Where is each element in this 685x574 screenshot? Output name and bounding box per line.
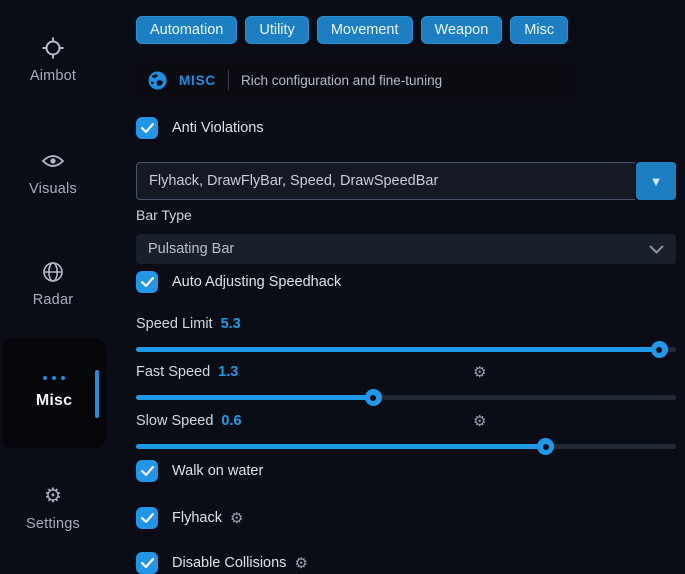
- sidebar-item-label: Visuals: [29, 181, 77, 197]
- slider-value: 5.3: [221, 316, 241, 332]
- dropdown-open-button[interactable]: ▼: [636, 162, 676, 200]
- sidebar-item-visuals[interactable]: Visuals: [0, 150, 106, 198]
- checkbox-label: Disable Collisions: [172, 555, 286, 571]
- divider: [228, 70, 229, 90]
- bar-type-value: Pulsating Bar: [148, 241, 234, 257]
- slider-label: Fast Speed: [136, 364, 210, 380]
- bar-flags-multiselect: Flyhack, DrawFlyBar, Speed, DrawSpeedBar…: [136, 162, 676, 200]
- fast-speed-slider[interactable]: [136, 389, 676, 405]
- sidebar-item-misc[interactable]: Misc: [2, 338, 106, 448]
- gear-icon: ⚙: [0, 485, 106, 507]
- disable-collisions-checkbox[interactable]: [136, 552, 158, 574]
- slider-fill: [136, 444, 546, 449]
- sidebar-item-label: Misc: [36, 392, 72, 410]
- tab-weapon[interactable]: Weapon: [421, 16, 503, 44]
- category-tabs: Automation Utility Movement Weapon Misc: [136, 16, 676, 44]
- bar-type-label: Bar Type: [136, 207, 676, 224]
- checkbox-label: Anti Violations: [172, 120, 264, 136]
- tab-misc[interactable]: Misc: [510, 16, 568, 44]
- section-subtitle: Rich configuration and fine-tuning: [241, 73, 442, 88]
- bar-flags-value[interactable]: Flyhack, DrawFlyBar, Speed, DrawSpeedBar: [136, 162, 635, 200]
- tab-automation[interactable]: Automation: [136, 16, 237, 44]
- section-header: MISC Rich configuration and fine-tuning: [136, 60, 575, 100]
- anti-violations-checkbox[interactable]: [136, 117, 158, 139]
- anti-violations-row: Anti Violations: [136, 117, 676, 139]
- gear-icon[interactable]: ⚙: [473, 412, 486, 430]
- gear-icon[interactable]: ⚙: [294, 556, 307, 571]
- flyhack-checkbox[interactable]: [136, 507, 158, 529]
- slow-speed-label-row: Slow Speed 0.6 ⚙: [136, 412, 676, 430]
- slider-fill: [136, 347, 660, 352]
- sidebar-item-radar[interactable]: Radar: [0, 261, 106, 309]
- globe-icon: [148, 71, 167, 90]
- disable-collisions-row: Disable Collisions ⚙: [136, 552, 676, 574]
- sidebar-item-label: Radar: [33, 292, 74, 308]
- sidebar-item-aimbot[interactable]: Aimbot: [0, 37, 106, 85]
- speed-limit-label-row: Speed Limit 5.3 ⚙: [136, 315, 676, 333]
- triangle-down-icon: ▼: [650, 174, 663, 189]
- globe-icon: [0, 261, 106, 283]
- gear-icon[interactable]: ⚙: [230, 511, 243, 526]
- walk-on-water-checkbox[interactable]: [136, 460, 158, 482]
- tab-utility[interactable]: Utility: [245, 16, 308, 44]
- chevron-down-icon: [649, 245, 664, 254]
- slider-thumb[interactable]: [651, 341, 668, 358]
- sidebar-item-settings[interactable]: ⚙ Settings: [0, 485, 106, 533]
- eye-icon: [0, 150, 106, 172]
- sidebar: Aimbot Visuals Radar Misc ⚙ Settings: [0, 0, 122, 563]
- selected-indicator: [95, 370, 99, 418]
- main-content: Automation Utility Movement Weapon Misc …: [136, 0, 676, 574]
- section-title: MISC: [179, 73, 216, 88]
- checkbox-label: Walk on water: [172, 463, 263, 479]
- speed-limit-slider[interactable]: [136, 341, 676, 357]
- slider-fill: [136, 395, 374, 400]
- slider-label: Slow Speed: [136, 413, 213, 429]
- fast-speed-label-row: Fast Speed 1.3 ⚙: [136, 363, 676, 381]
- slow-speed-slider[interactable]: [136, 438, 676, 454]
- slider-thumb[interactable]: [365, 389, 382, 406]
- auto-adjust-checkbox[interactable]: [136, 271, 158, 293]
- tab-movement[interactable]: Movement: [317, 16, 413, 44]
- walk-on-water-row: Walk on water: [136, 460, 676, 482]
- ellipsis-icon: [43, 376, 65, 380]
- sidebar-item-label: Settings: [26, 516, 80, 532]
- flyhack-row: Flyhack ⚙: [136, 507, 676, 529]
- crosshair-icon: [0, 37, 106, 59]
- auto-adjust-row: Auto Adjusting Speedhack: [136, 271, 676, 293]
- checkbox-label: Flyhack: [172, 510, 222, 526]
- gear-icon[interactable]: ⚙: [473, 363, 486, 381]
- slider-value: 1.3: [218, 364, 238, 380]
- checkbox-label: Auto Adjusting Speedhack: [172, 274, 341, 290]
- slider-label: Speed Limit: [136, 316, 213, 332]
- slider-thumb[interactable]: [537, 438, 554, 455]
- slider-value: 0.6: [221, 413, 241, 429]
- sidebar-item-label: Aimbot: [30, 68, 76, 84]
- bar-type-select[interactable]: Pulsating Bar: [136, 234, 676, 264]
